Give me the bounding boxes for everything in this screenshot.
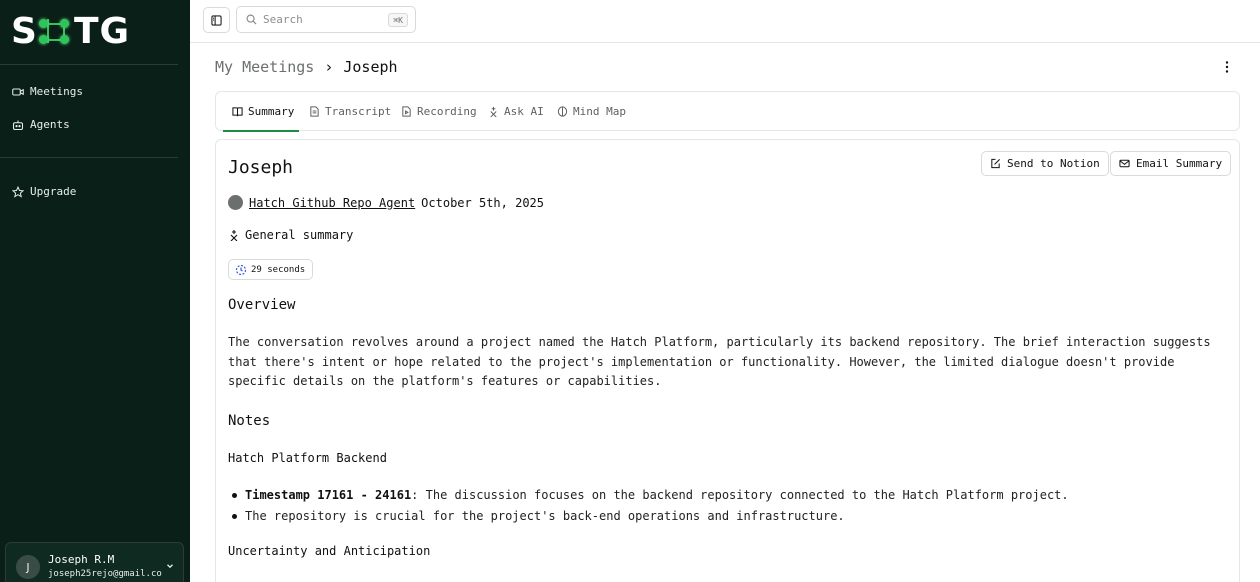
list-item: The repository is crucial for the projec… [228, 506, 1228, 527]
panel-left-icon [211, 14, 222, 26]
sidebar-item-upgrade[interactable]: Upgrade [12, 185, 76, 198]
brain-icon [557, 106, 568, 117]
summary-panel: Joseph Send to Notion Email Summary Hatc… [215, 139, 1240, 582]
search-input[interactable]: Search ⌘K [236, 6, 416, 33]
sidebar-item-label: Upgrade [30, 185, 77, 198]
button-label: Send to Notion [1007, 157, 1100, 170]
breadcrumb: My Meetings › Joseph [215, 58, 398, 76]
tab-mind-map[interactable]: Mind Map [557, 92, 626, 131]
list-item-text: The repository is crucial for the projec… [245, 509, 845, 523]
star-icon [12, 185, 24, 198]
duration-text: 29 seconds [251, 264, 306, 275]
section-heading: Hatch Platform Backend [228, 451, 387, 465]
sidebar-toggle-button[interactable] [203, 7, 230, 33]
meeting-meta: Hatch Github Repo Agent October 5th, 202… [228, 195, 544, 210]
video-icon [12, 87, 24, 96]
chevron-right-icon: › [324, 58, 334, 76]
sparkles-icon [490, 106, 497, 117]
app-logo[interactable]: S TG [11, 10, 131, 52]
avatar: J [16, 555, 40, 579]
tab-label: Ask AI [504, 105, 544, 118]
mail-icon [1119, 159, 1130, 168]
tab-label: Summary [248, 105, 295, 118]
notes-heading: Notes [228, 413, 271, 429]
tab-bar: Summary Transcript Recording Ask AI Mind… [215, 91, 1240, 132]
user-name: Joseph R.M [48, 553, 115, 566]
meeting-title: Joseph [228, 157, 294, 178]
tab-recording[interactable]: Recording [401, 92, 477, 131]
user-email: joseph25rejo@gmail.co [48, 569, 162, 579]
user-menu[interactable]: J Joseph R.M joseph25rejo@gmail.co [5, 542, 184, 582]
tab-label: Transcript [325, 105, 392, 118]
sidebar: S TG Meetings Agents Upgrade J Joseph R.… [0, 0, 190, 582]
book-icon [232, 107, 243, 117]
logo-letter-s: S [11, 10, 38, 52]
sidebar-divider [0, 64, 178, 65]
clock-loader-icon [235, 264, 247, 275]
search-shortcut-badge: ⌘K [388, 13, 408, 27]
send-to-notion-button[interactable]: Send to Notion [981, 151, 1109, 176]
more-vertical-icon[interactable] [1219, 59, 1235, 75]
button-label: Email Summary [1136, 157, 1223, 170]
tab-ask-ai[interactable]: Ask AI [488, 92, 544, 131]
notes-list: Timestamp 17161 - 24161: The discussion … [228, 485, 1228, 527]
logo-dots-graphic [38, 15, 73, 47]
general-summary-label: General summary [228, 228, 353, 242]
file-text-icon [310, 106, 319, 117]
sidebar-item-label: Agents [30, 118, 70, 131]
meeting-date: October 5th, 2025 [421, 195, 544, 210]
duration-badge: 29 seconds [228, 259, 314, 280]
tab-label: Mind Map [573, 105, 626, 118]
chevron-down-icon [167, 564, 173, 569]
agent-link[interactable]: Hatch Github Repo Agent [249, 196, 415, 210]
sidebar-item-agents[interactable]: Agents [12, 118, 70, 131]
breadcrumb-current: Joseph [343, 58, 398, 76]
agent-avatar [228, 195, 243, 210]
list-item-text: : The discussion focuses on the backend … [411, 488, 1069, 502]
breadcrumb-my-meetings[interactable]: My Meetings [215, 58, 314, 76]
sidebar-divider [0, 157, 178, 158]
file-video-icon [402, 106, 411, 117]
tab-label: Recording [417, 105, 477, 118]
logo-letters-tg: TG [73, 10, 131, 52]
overview-heading: Overview [228, 297, 296, 313]
tab-summary[interactable]: Summary [223, 92, 299, 132]
section-heading: Uncertainty and Anticipation [228, 544, 431, 558]
sidebar-item-meetings[interactable]: Meetings [12, 85, 83, 98]
bot-icon [12, 120, 24, 130]
timestamp-label: Timestamp 17161 - 24161 [245, 488, 412, 502]
edit-icon [991, 158, 1000, 169]
active-tab-indicator [223, 130, 299, 132]
overview-text: The conversation revolves around a proje… [228, 335, 1211, 388]
email-summary-button[interactable]: Email Summary [1110, 151, 1232, 176]
summary-label: General summary [245, 228, 354, 242]
search-placeholder: Search [263, 13, 303, 26]
list-item: Timestamp 17161 - 24161: The discussion … [228, 485, 1228, 506]
sparkles-icon [230, 230, 238, 241]
tab-transcript[interactable]: Transcript [309, 92, 391, 131]
top-bar: Search ⌘K [190, 0, 1260, 43]
search-icon [246, 14, 257, 25]
sidebar-item-label: Meetings [30, 85, 83, 98]
